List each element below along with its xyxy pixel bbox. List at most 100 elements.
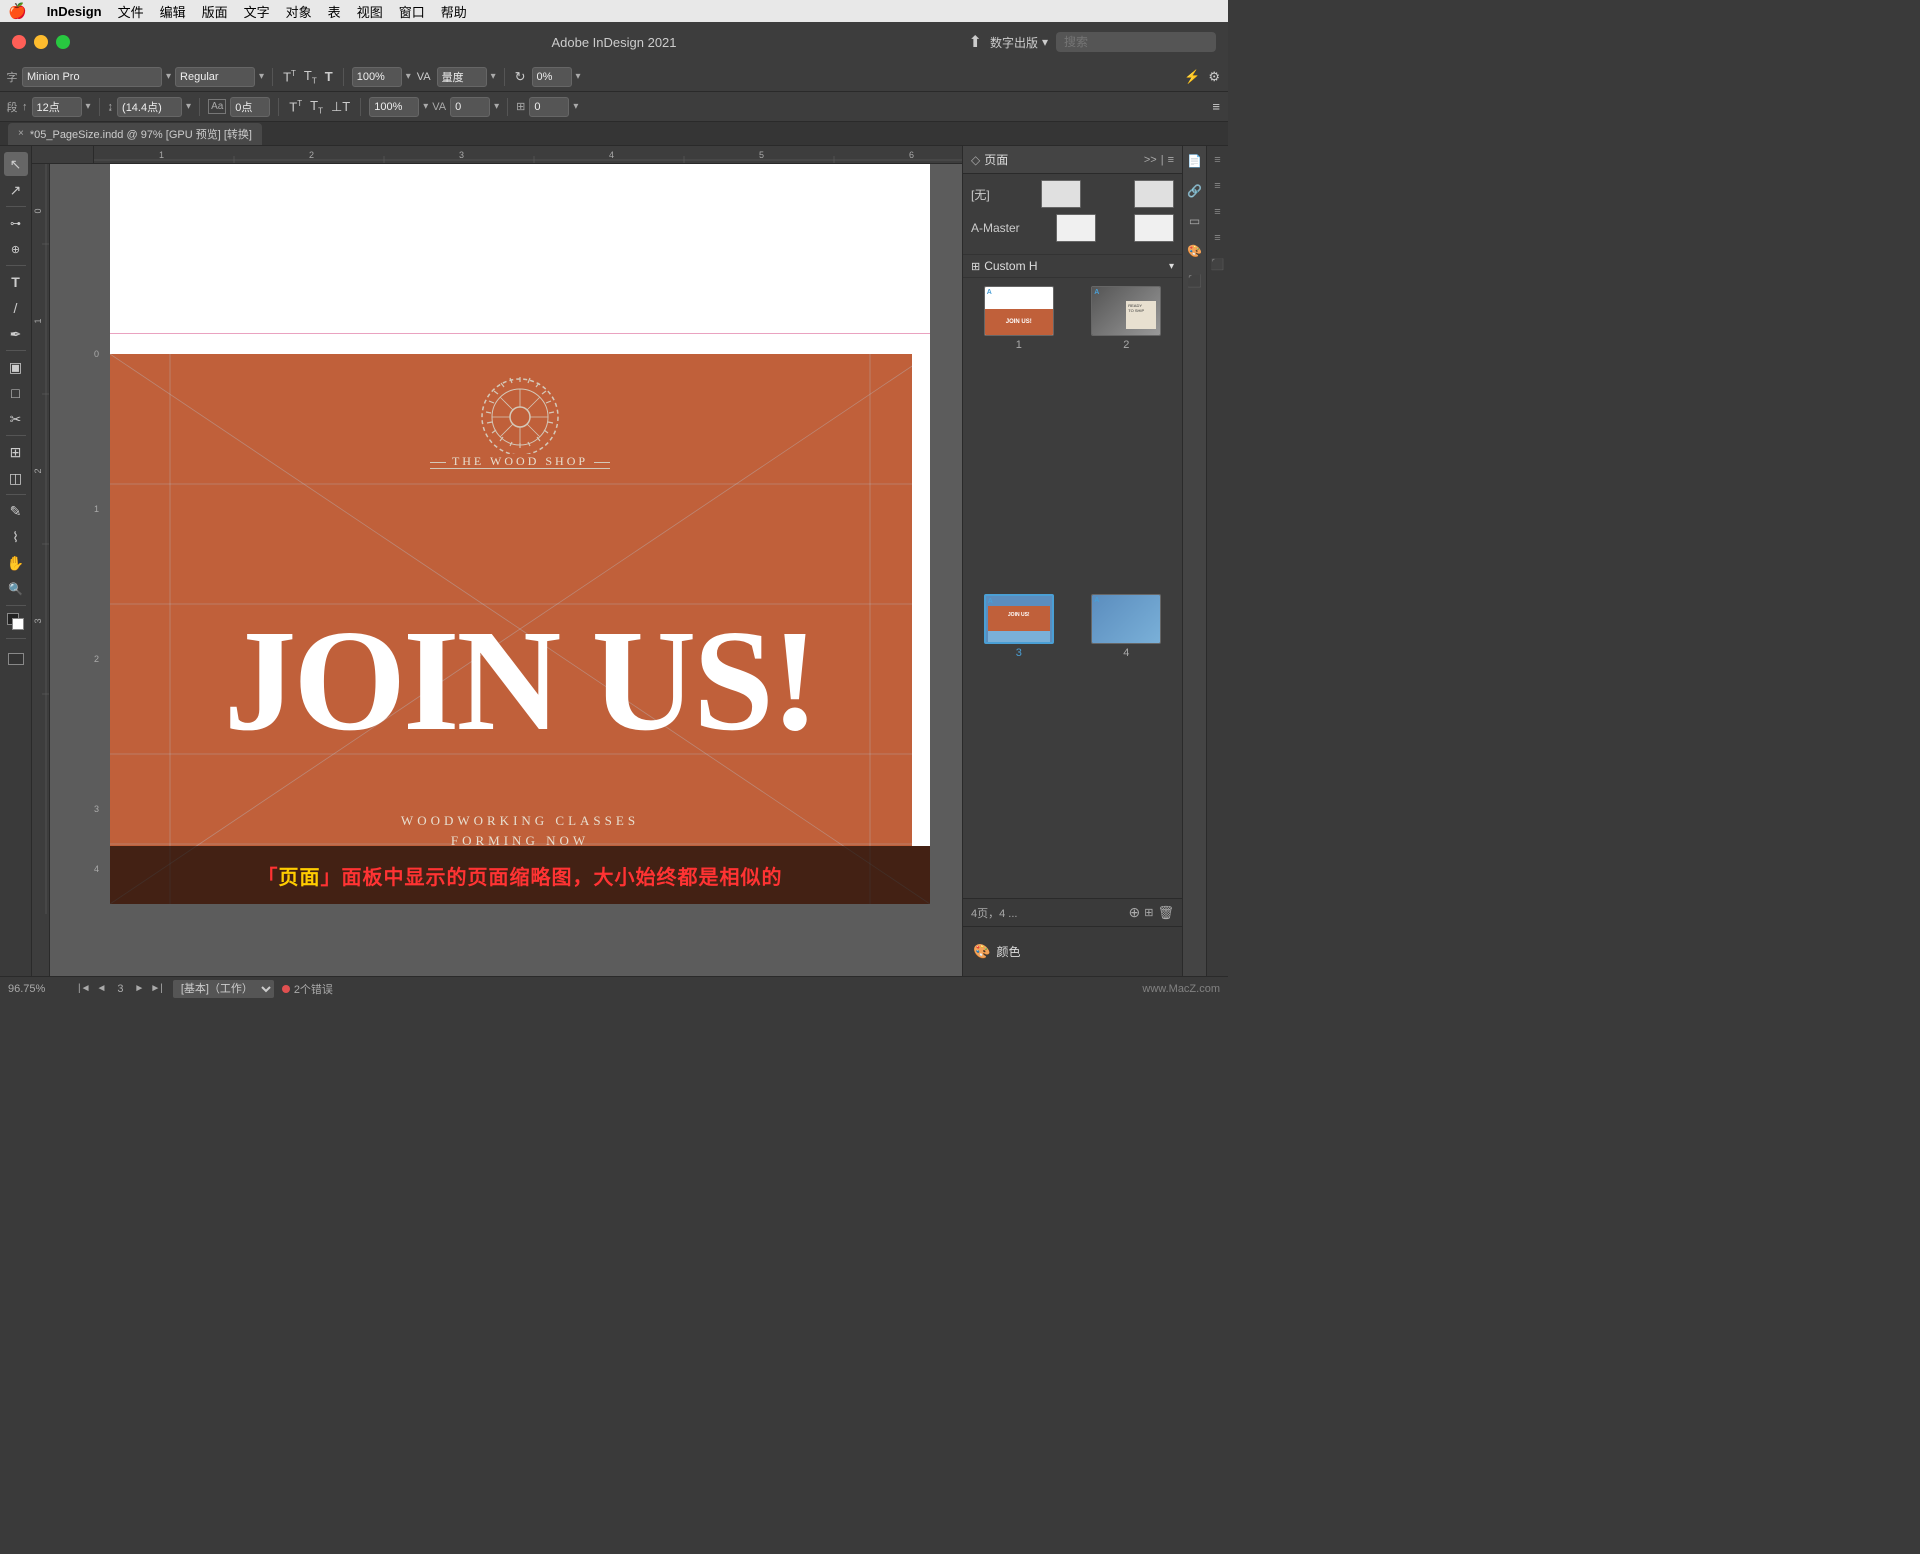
menu-edit[interactable]: 编辑	[160, 2, 186, 21]
line-tool[interactable]: /	[4, 296, 28, 320]
tt-super-icon[interactable]: TT	[281, 69, 298, 84]
skew-dropdown-icon[interactable]: ▾	[576, 71, 581, 82]
direct-select-tool[interactable]: ↗	[4, 178, 28, 202]
menu-layout[interactable]: 版面	[202, 2, 228, 21]
v-scale-input[interactable]	[450, 97, 490, 117]
h-scale-input[interactable]	[369, 97, 419, 117]
rotate-icon[interactable]: ↻	[513, 69, 528, 85]
para-settings-icon[interactable]: ≡	[1210, 99, 1222, 114]
pen-tool[interactable]: ✒	[4, 322, 28, 346]
aa-icon[interactable]: Aa	[208, 99, 226, 114]
zoom-tool[interactable]: 🔍	[4, 577, 28, 601]
last-page-button[interactable]: ►|	[148, 983, 165, 994]
font-name-input[interactable]	[22, 67, 162, 87]
add-page-button[interactable]: ⊞	[1144, 906, 1153, 919]
skew-input[interactable]	[532, 67, 572, 87]
layer-strip-icon[interactable]: ⬛	[1186, 272, 1204, 290]
strip2-icon-2[interactable]: ≡	[1210, 178, 1226, 194]
font-style-dropdown-icon[interactable]: ▾	[259, 71, 264, 82]
strip2-icon-1[interactable]: ≡	[1210, 152, 1226, 168]
a-master-item[interactable]: A-Master	[971, 214, 1174, 242]
leading-icon[interactable]: ↨	[108, 101, 114, 113]
gradient-swatch-tool[interactable]: ◫	[4, 466, 28, 490]
v-scale-dropdown-icon[interactable]: ▾	[494, 101, 499, 112]
tracking-dropdown-icon[interactable]: ▾	[406, 71, 411, 82]
leading-input[interactable]	[117, 97, 182, 117]
maximize-button[interactable]	[56, 35, 70, 49]
settings-icon[interactable]: ⚙	[1206, 69, 1222, 85]
type-tool[interactable]: T	[4, 270, 28, 294]
canvas-scroll[interactable]: THE WOOD SHOP JOIN US! WOODWORKING CLASS…	[50, 164, 962, 976]
menu-file[interactable]: 文件	[118, 2, 144, 21]
tt-sub-icon[interactable]: TT	[302, 68, 319, 86]
minimize-button[interactable]	[34, 35, 48, 49]
search-input[interactable]	[1056, 32, 1216, 52]
shape-tool[interactable]: □	[4, 381, 28, 405]
menu-type[interactable]: 文字	[244, 2, 270, 21]
menu-indesign[interactable]: InDesign	[47, 4, 102, 19]
page-2-item[interactable]: A READYTO SHIP 2	[1079, 286, 1175, 582]
font-size-input[interactable]	[32, 97, 82, 117]
color2-strip-icon[interactable]: 🎨	[1186, 242, 1204, 260]
t-icon[interactable]: T	[323, 69, 335, 84]
frame-tool[interactable]: ▣	[4, 355, 28, 379]
page-3-item[interactable]: A JOIN US! 3	[971, 594, 1067, 890]
links-strip-icon[interactable]: 🔗	[1186, 182, 1204, 200]
tracking-input[interactable]	[352, 67, 402, 87]
page-1-item[interactable]: A JOIN US! 1	[971, 286, 1067, 582]
font-size-dropdown-icon[interactable]: ▾	[86, 101, 91, 112]
apple-menu[interactable]: 🍎	[8, 2, 27, 20]
content-collector-tool[interactable]: ⊕	[4, 237, 28, 261]
leading-dropdown-icon[interactable]: ▾	[186, 101, 191, 112]
new-master-button[interactable]: ⊕	[1129, 904, 1141, 921]
unit-input[interactable]	[437, 67, 487, 87]
lightning-icon[interactable]: ⚡	[1182, 69, 1202, 85]
hand-tool[interactable]: ✋	[4, 551, 28, 575]
custom-dropdown-icon[interactable]: ▾	[1169, 261, 1174, 272]
menu-window[interactable]: 窗口	[399, 2, 425, 21]
close-button[interactable]	[12, 35, 26, 49]
tab-close-icon[interactable]: ×	[18, 128, 24, 139]
strip2-icon-4[interactable]: ≡	[1210, 230, 1226, 246]
menu-table[interactable]: 表	[328, 2, 341, 21]
menu-view[interactable]: 视图	[357, 2, 383, 21]
gap-tool[interactable]: ⊶	[4, 211, 28, 235]
menu-help[interactable]: 帮助	[441, 2, 467, 21]
t-baseline-icon[interactable]: ⊥T	[329, 99, 352, 115]
scissors-tool[interactable]: ✂	[4, 407, 28, 431]
baseline-dropdown-icon[interactable]: ▾	[573, 101, 578, 112]
pages-strip-icon[interactable]: 📄	[1186, 152, 1204, 170]
tt-sub2-icon[interactable]: TT	[308, 98, 325, 116]
publish-button[interactable]: 数字出版 ▾	[990, 34, 1048, 51]
font-name-dropdown-icon[interactable]: ▾	[166, 71, 171, 82]
h-scale-dropdown-icon[interactable]: ▾	[423, 101, 428, 112]
strip2-icon-5[interactable]: ⬛	[1210, 256, 1226, 272]
note-tool[interactable]: ✎	[4, 499, 28, 523]
font-size-up-icon[interactable]: ↑	[22, 101, 28, 113]
kerning-input[interactable]	[230, 97, 270, 117]
menu-object[interactable]: 对象	[286, 2, 312, 21]
next-page-button[interactable]: ►	[132, 983, 146, 994]
prev-page-button[interactable]: ◄	[95, 983, 109, 994]
first-page-button[interactable]: |◄	[76, 983, 93, 994]
document-tab[interactable]: × *05_PageSize.indd @ 97% [GPU 预览] [转换]	[8, 123, 262, 145]
grid-icon[interactable]: ⊞	[516, 100, 525, 113]
unit-dropdown-icon[interactable]: ▾	[491, 71, 496, 82]
fill-stroke-tool[interactable]	[4, 610, 28, 634]
none-master-item[interactable]: [无]	[971, 180, 1174, 208]
free-transform-tool[interactable]: ⊞	[4, 440, 28, 464]
preview-mode-tool[interactable]	[4, 647, 28, 671]
delete-page-button[interactable]: 🗑	[1157, 905, 1174, 921]
panel-menu-icon[interactable]: ≡	[1168, 154, 1174, 166]
select-tool[interactable]: ↖	[4, 152, 28, 176]
tt-super2-icon[interactable]: TT	[287, 99, 304, 114]
font-style-input[interactable]	[175, 67, 255, 87]
stroke-strip-icon[interactable]: ▭	[1186, 212, 1204, 230]
panel-expand-icon[interactable]: >>	[1144, 154, 1157, 166]
page-4-item[interactable]: A 4	[1079, 594, 1175, 890]
baseline-input[interactable]	[529, 97, 569, 117]
strip2-icon-3[interactable]: ≡	[1210, 204, 1226, 220]
eyedropper-tool[interactable]: ⌇	[4, 525, 28, 549]
share-button[interactable]: ⬆	[969, 32, 982, 52]
view-mode-select[interactable]: [基本]（工作）	[173, 980, 274, 998]
